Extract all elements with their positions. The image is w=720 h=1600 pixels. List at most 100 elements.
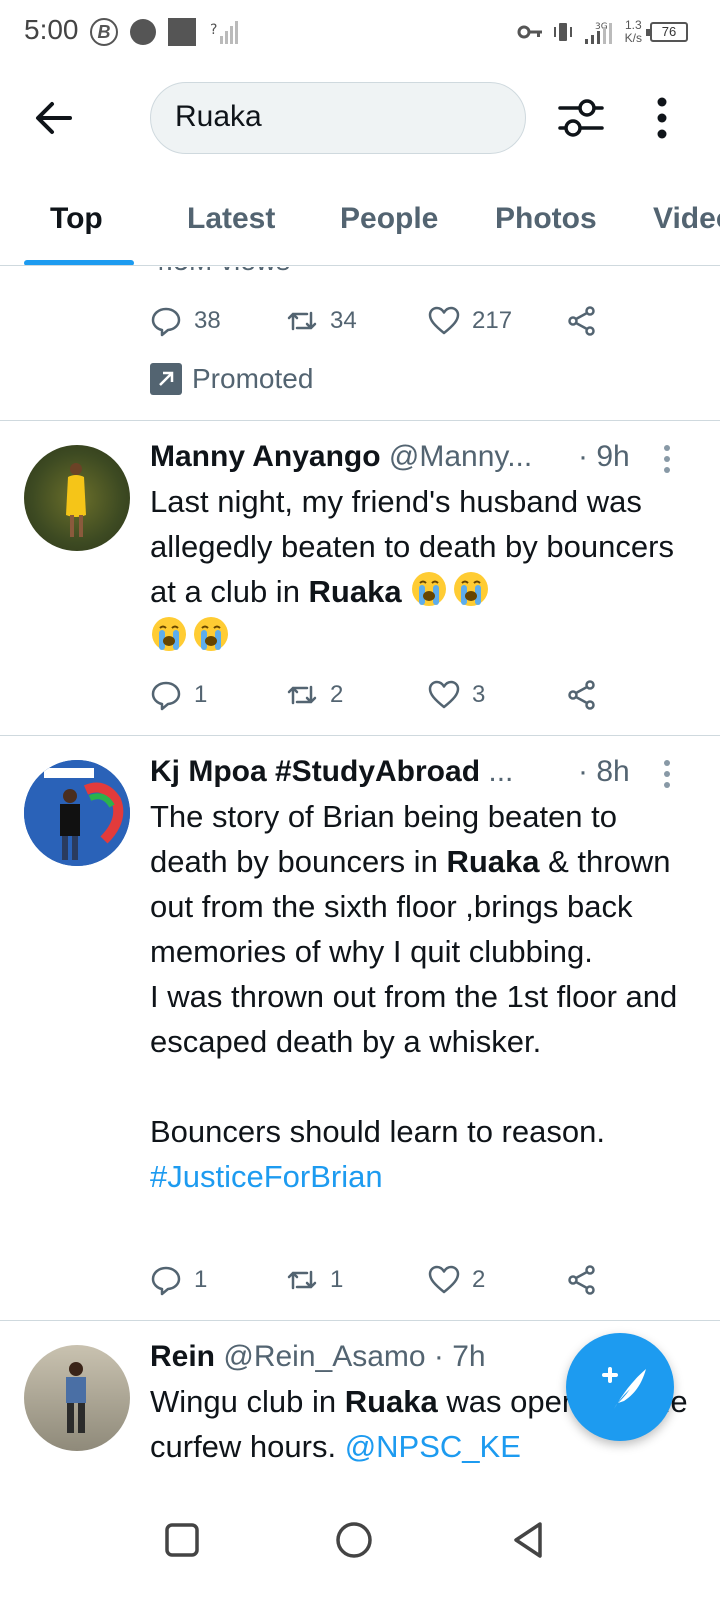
like-button[interactable]: 2 <box>428 1262 485 1298</box>
loudly-crying-face-icon <box>152 617 186 651</box>
mention-link[interactable]: @NPSC_KE <box>345 1429 521 1464</box>
share-icon <box>568 306 595 336</box>
user-handle[interactable]: @Rein_Asamo <box>223 1340 425 1373</box>
search-highlight: Ruaka <box>344 1384 438 1419</box>
back-arrow-icon[interactable] <box>30 98 78 138</box>
user-handle[interactable]: ... <box>488 755 513 788</box>
speed-unit: K/s <box>624 31 642 45</box>
share-button[interactable] <box>566 1262 598 1298</box>
active-tab-indicator <box>24 260 134 265</box>
search-tabs: Top Latest People Photos Videos <box>0 174 720 266</box>
status-time: 5:00 <box>24 14 79 45</box>
compose-tweet-button[interactable] <box>566 1333 674 1441</box>
vibrate-icon <box>553 23 572 41</box>
heart-icon <box>428 1265 460 1294</box>
divider <box>0 420 720 421</box>
vpn-key-icon <box>517 25 542 39</box>
search-highlight: Ruaka <box>446 844 540 879</box>
tweet-more-icon[interactable] <box>660 443 674 475</box>
retweet-button[interactable]: 2 <box>286 677 343 713</box>
retweet-count: 2 <box>330 681 344 708</box>
no-signal-icon: ? <box>210 21 238 44</box>
avatar[interactable] <box>24 445 130 551</box>
display-name[interactable]: Manny Anyango <box>150 440 381 473</box>
reply-button[interactable]: 38 <box>150 303 221 339</box>
like-count: 217 <box>472 307 513 334</box>
b-app-icon: B <box>90 18 118 46</box>
tweet-actions: 38 34 217 <box>150 303 620 339</box>
tweet-actions: 1 1 2 <box>150 1262 620 1298</box>
retweet-icon <box>287 311 317 331</box>
retweet-count: 1 <box>330 1266 344 1293</box>
signal-3g-icon: 3G <box>584 22 612 44</box>
tweet-text: The story of Brian being beaten to death… <box>150 794 690 1199</box>
view-count: 4.5M views <box>150 267 290 277</box>
reply-count: 1 <box>194 681 208 708</box>
more-options-icon[interactable] <box>652 96 672 140</box>
notification-square-icon <box>168 18 196 46</box>
retweet-button[interactable]: 1 <box>286 1262 343 1298</box>
tab-people[interactable]: People <box>340 202 438 236</box>
tab-latest[interactable]: Latest <box>187 202 275 236</box>
loudly-crying-face-icon <box>412 572 447 606</box>
svg-text:?: ? <box>210 22 217 38</box>
recents-square-icon[interactable] <box>162 1520 202 1560</box>
retweet-icon <box>287 685 317 705</box>
tweet-header: Kj Mpoa #StudyAbroad ... <box>150 752 550 792</box>
tab-photos[interactable]: Photos <box>495 202 597 236</box>
promoted-icon <box>150 363 182 395</box>
network-speed: 1.3 K/s <box>625 19 642 45</box>
like-count: 3 <box>472 681 486 708</box>
system-nav-bar <box>0 1480 720 1600</box>
status-bar: 5:00 B ? 3G 1.3 K/s 76 <box>0 0 720 64</box>
back-triangle-icon[interactable] <box>508 1520 548 1560</box>
tweet-time[interactable]: · 9h <box>578 437 630 477</box>
share-button[interactable] <box>566 303 598 339</box>
heart-icon <box>428 306 460 335</box>
tweet-time[interactable]: · 7h <box>434 1340 486 1373</box>
promoted-label: Promoted <box>150 363 313 395</box>
reply-icon <box>151 1266 181 1296</box>
promoted-text: Promoted <box>192 363 314 394</box>
divider <box>0 1320 720 1321</box>
display-name[interactable]: Kj Mpoa #StudyAbroad <box>150 755 480 788</box>
user-handle[interactable]: @Manny... <box>389 440 532 473</box>
avatar[interactable] <box>24 760 130 866</box>
loudly-crying-face-icon <box>194 617 228 651</box>
hashtag-link[interactable]: #JusticeForBrian <box>150 1159 383 1194</box>
reply-icon <box>151 681 181 711</box>
share-button[interactable] <box>566 677 598 713</box>
tweet-text: Last night, my friend's husband was alle… <box>150 479 690 659</box>
loudly-crying-face-icon <box>454 572 489 606</box>
search-results-feed[interactable]: 4.5M views 38 34 217 Promoted <box>0 267 720 1480</box>
like-button[interactable]: 217 <box>428 303 512 339</box>
tweet-time[interactable]: · 8h <box>578 752 630 792</box>
display-name[interactable]: Rein <box>150 1340 215 1373</box>
like-button[interactable]: 3 <box>428 677 485 713</box>
notification-dot-icon <box>130 19 156 45</box>
tweet-more-icon[interactable] <box>660 758 674 790</box>
tab-top[interactable]: Top <box>50 202 103 236</box>
retweet-button[interactable]: 34 <box>286 303 357 339</box>
tweet-text-part: Wingu club in <box>150 1384 345 1419</box>
compose-feather-icon <box>602 1367 646 1409</box>
status-right: 3G 1.3 K/s 76 <box>517 16 688 48</box>
divider <box>0 735 720 736</box>
home-circle-icon[interactable] <box>334 1520 374 1560</box>
tweet-text-part: I was thrown out from the 1st floor and … <box>150 979 678 1059</box>
share-icon <box>568 1265 595 1295</box>
reply-button[interactable]: 1 <box>150 1262 207 1298</box>
retweet-icon <box>287 1270 317 1290</box>
battery-icon: 76 <box>646 22 688 42</box>
reply-count: 1 <box>194 1266 208 1293</box>
tweet-text-part: Bouncers should learn to reason. <box>150 1114 605 1149</box>
tab-videos[interactable]: Videos <box>653 202 720 236</box>
reply-count: 38 <box>194 307 221 334</box>
avatar[interactable] <box>24 1345 130 1451</box>
share-icon <box>568 680 595 710</box>
search-filter-icon[interactable] <box>556 96 606 140</box>
reply-button[interactable]: 1 <box>150 677 207 713</box>
search-highlight: Ruaka <box>308 574 402 609</box>
like-count: 2 <box>472 1266 486 1293</box>
search-input[interactable]: Ruaka <box>150 82 526 154</box>
